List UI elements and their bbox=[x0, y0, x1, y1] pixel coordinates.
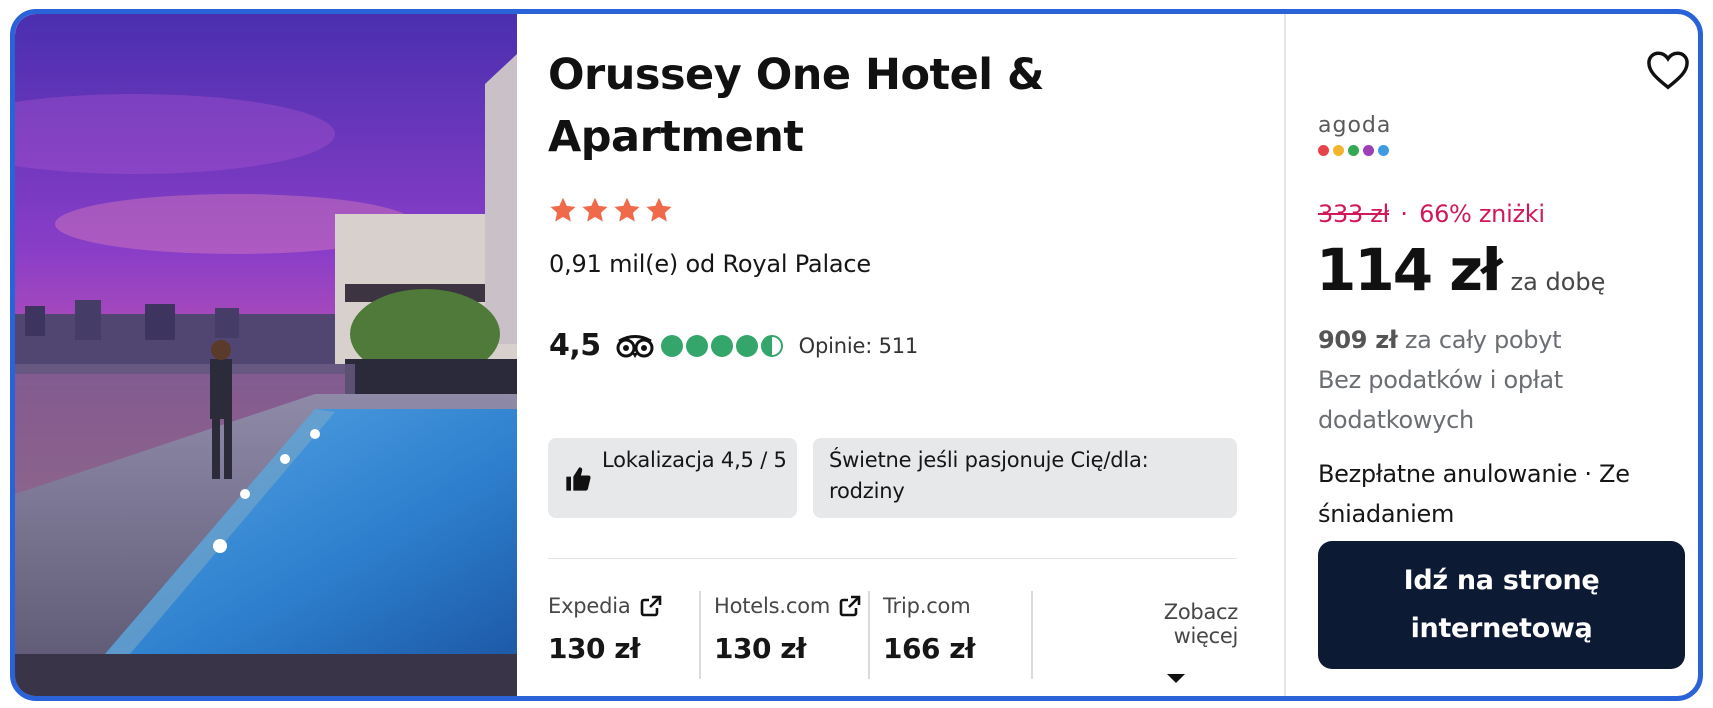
go-to-site-label: Idź na stronę internetową bbox=[1403, 565, 1600, 644]
thumbs-up-icon bbox=[566, 467, 591, 491]
offer-perks: Bezpłatne anulowanie · Ze śniadaniem bbox=[1318, 460, 1630, 528]
price-unit: za dobę bbox=[1510, 268, 1606, 296]
heart-icon[interactable] bbox=[1646, 50, 1690, 90]
hotel-details: Orussey One Hotel & Apartment 0,91 mil(e… bbox=[517, 14, 1284, 696]
agoda-dot bbox=[1318, 145, 1329, 156]
star-rating bbox=[549, 196, 673, 224]
discount-text: 66% zniżki bbox=[1419, 200, 1545, 228]
review-count: Opinie: 511 bbox=[798, 333, 919, 358]
external-link-icon bbox=[839, 595, 861, 617]
rating-bubble bbox=[710, 334, 733, 357]
discount-line: 333 zł · 66% zniżki bbox=[1318, 200, 1545, 228]
agoda-dots bbox=[1318, 145, 1391, 156]
separator: · bbox=[1400, 200, 1408, 228]
family-tag-text: Świetne jeśli pasjonuje Cię/dla: rodziny bbox=[829, 448, 1149, 503]
rating-bubble bbox=[685, 334, 708, 357]
tax-note: Bez podatków i opłat dodatkowych bbox=[1318, 366, 1563, 434]
divider bbox=[1031, 591, 1033, 679]
tripadvisor-owl-icon bbox=[616, 334, 654, 358]
nightly-price: 114 zł za dobę bbox=[1316, 236, 1605, 304]
agoda-dot bbox=[1378, 145, 1389, 156]
star-icon bbox=[646, 197, 672, 222]
hotel-card[interactable]: Orussey One Hotel & Apartment 0,91 mil(e… bbox=[10, 9, 1703, 701]
review-rating[interactable]: 4,5 Opinie: 511 bbox=[549, 328, 918, 363]
total-amount: 909 zł bbox=[1318, 326, 1398, 354]
total-label: za cały pobyt bbox=[1404, 326, 1562, 354]
rating-bubble bbox=[760, 334, 783, 357]
price-amount: 114 zł bbox=[1316, 236, 1503, 304]
provider-price: 166 zł bbox=[883, 632, 975, 665]
divider bbox=[699, 591, 701, 679]
provider-hotels-com[interactable]: Hotels.com 130 zł bbox=[714, 594, 862, 682]
agoda-dot bbox=[1348, 145, 1359, 156]
provider-name: Hotels.com bbox=[714, 594, 831, 618]
rooftop-pool-image bbox=[15, 14, 517, 696]
go-to-site-button[interactable]: Idź na stronę internetową bbox=[1318, 541, 1685, 669]
rating-score: 4,5 bbox=[549, 328, 601, 363]
provider-expedia[interactable]: Expedia 130 zł bbox=[548, 594, 663, 682]
external-link-icon bbox=[640, 595, 661, 617]
provider-trip-com[interactable]: Trip.com 166 zł bbox=[883, 594, 975, 682]
divider bbox=[548, 558, 1237, 559]
caret-down-icon bbox=[1167, 674, 1185, 683]
agoda-dot bbox=[1333, 145, 1344, 156]
location-rating-text: Lokalizacja 4,5 / 5 bbox=[602, 448, 787, 472]
distance-text: 0,91 mil(e) od Royal Palace bbox=[549, 250, 871, 278]
provider-price: 130 zł bbox=[548, 632, 640, 665]
hotel-photo[interactable] bbox=[15, 14, 517, 696]
see-more-label: Zobacz więcej bbox=[1163, 600, 1239, 648]
rating-bubbles bbox=[660, 334, 783, 357]
divider bbox=[868, 591, 870, 679]
provider-name: Expedia bbox=[548, 594, 631, 618]
rating-bubble bbox=[660, 334, 683, 357]
provider-price: 130 zł bbox=[714, 632, 806, 665]
family-tag: Świetne jeśli pasjonuje Cię/dla: rodziny bbox=[813, 438, 1237, 518]
see-more-button[interactable]: Zobacz więcej bbox=[1098, 600, 1238, 683]
hotel-name[interactable]: Orussey One Hotel & Apartment bbox=[548, 44, 1108, 168]
location-rating-tag: Lokalizacja 4,5 / 5 bbox=[548, 438, 797, 518]
agoda-logo: agoda bbox=[1318, 113, 1391, 156]
star-icon bbox=[614, 197, 640, 222]
offer-panel: agoda 333 zł · 66% zniżki 114 zł za dobę… bbox=[1284, 14, 1698, 696]
agoda-wordmark: agoda bbox=[1318, 113, 1392, 138]
star-icon bbox=[582, 197, 608, 222]
total-price: 909 zł za cały pobyt Bez podatków i opła… bbox=[1318, 320, 1688, 440]
old-price: 333 zł bbox=[1318, 200, 1390, 228]
provider-name: Trip.com bbox=[883, 594, 971, 618]
agoda-dot bbox=[1363, 145, 1374, 156]
rating-bubble bbox=[735, 334, 758, 357]
star-icon bbox=[550, 197, 576, 222]
